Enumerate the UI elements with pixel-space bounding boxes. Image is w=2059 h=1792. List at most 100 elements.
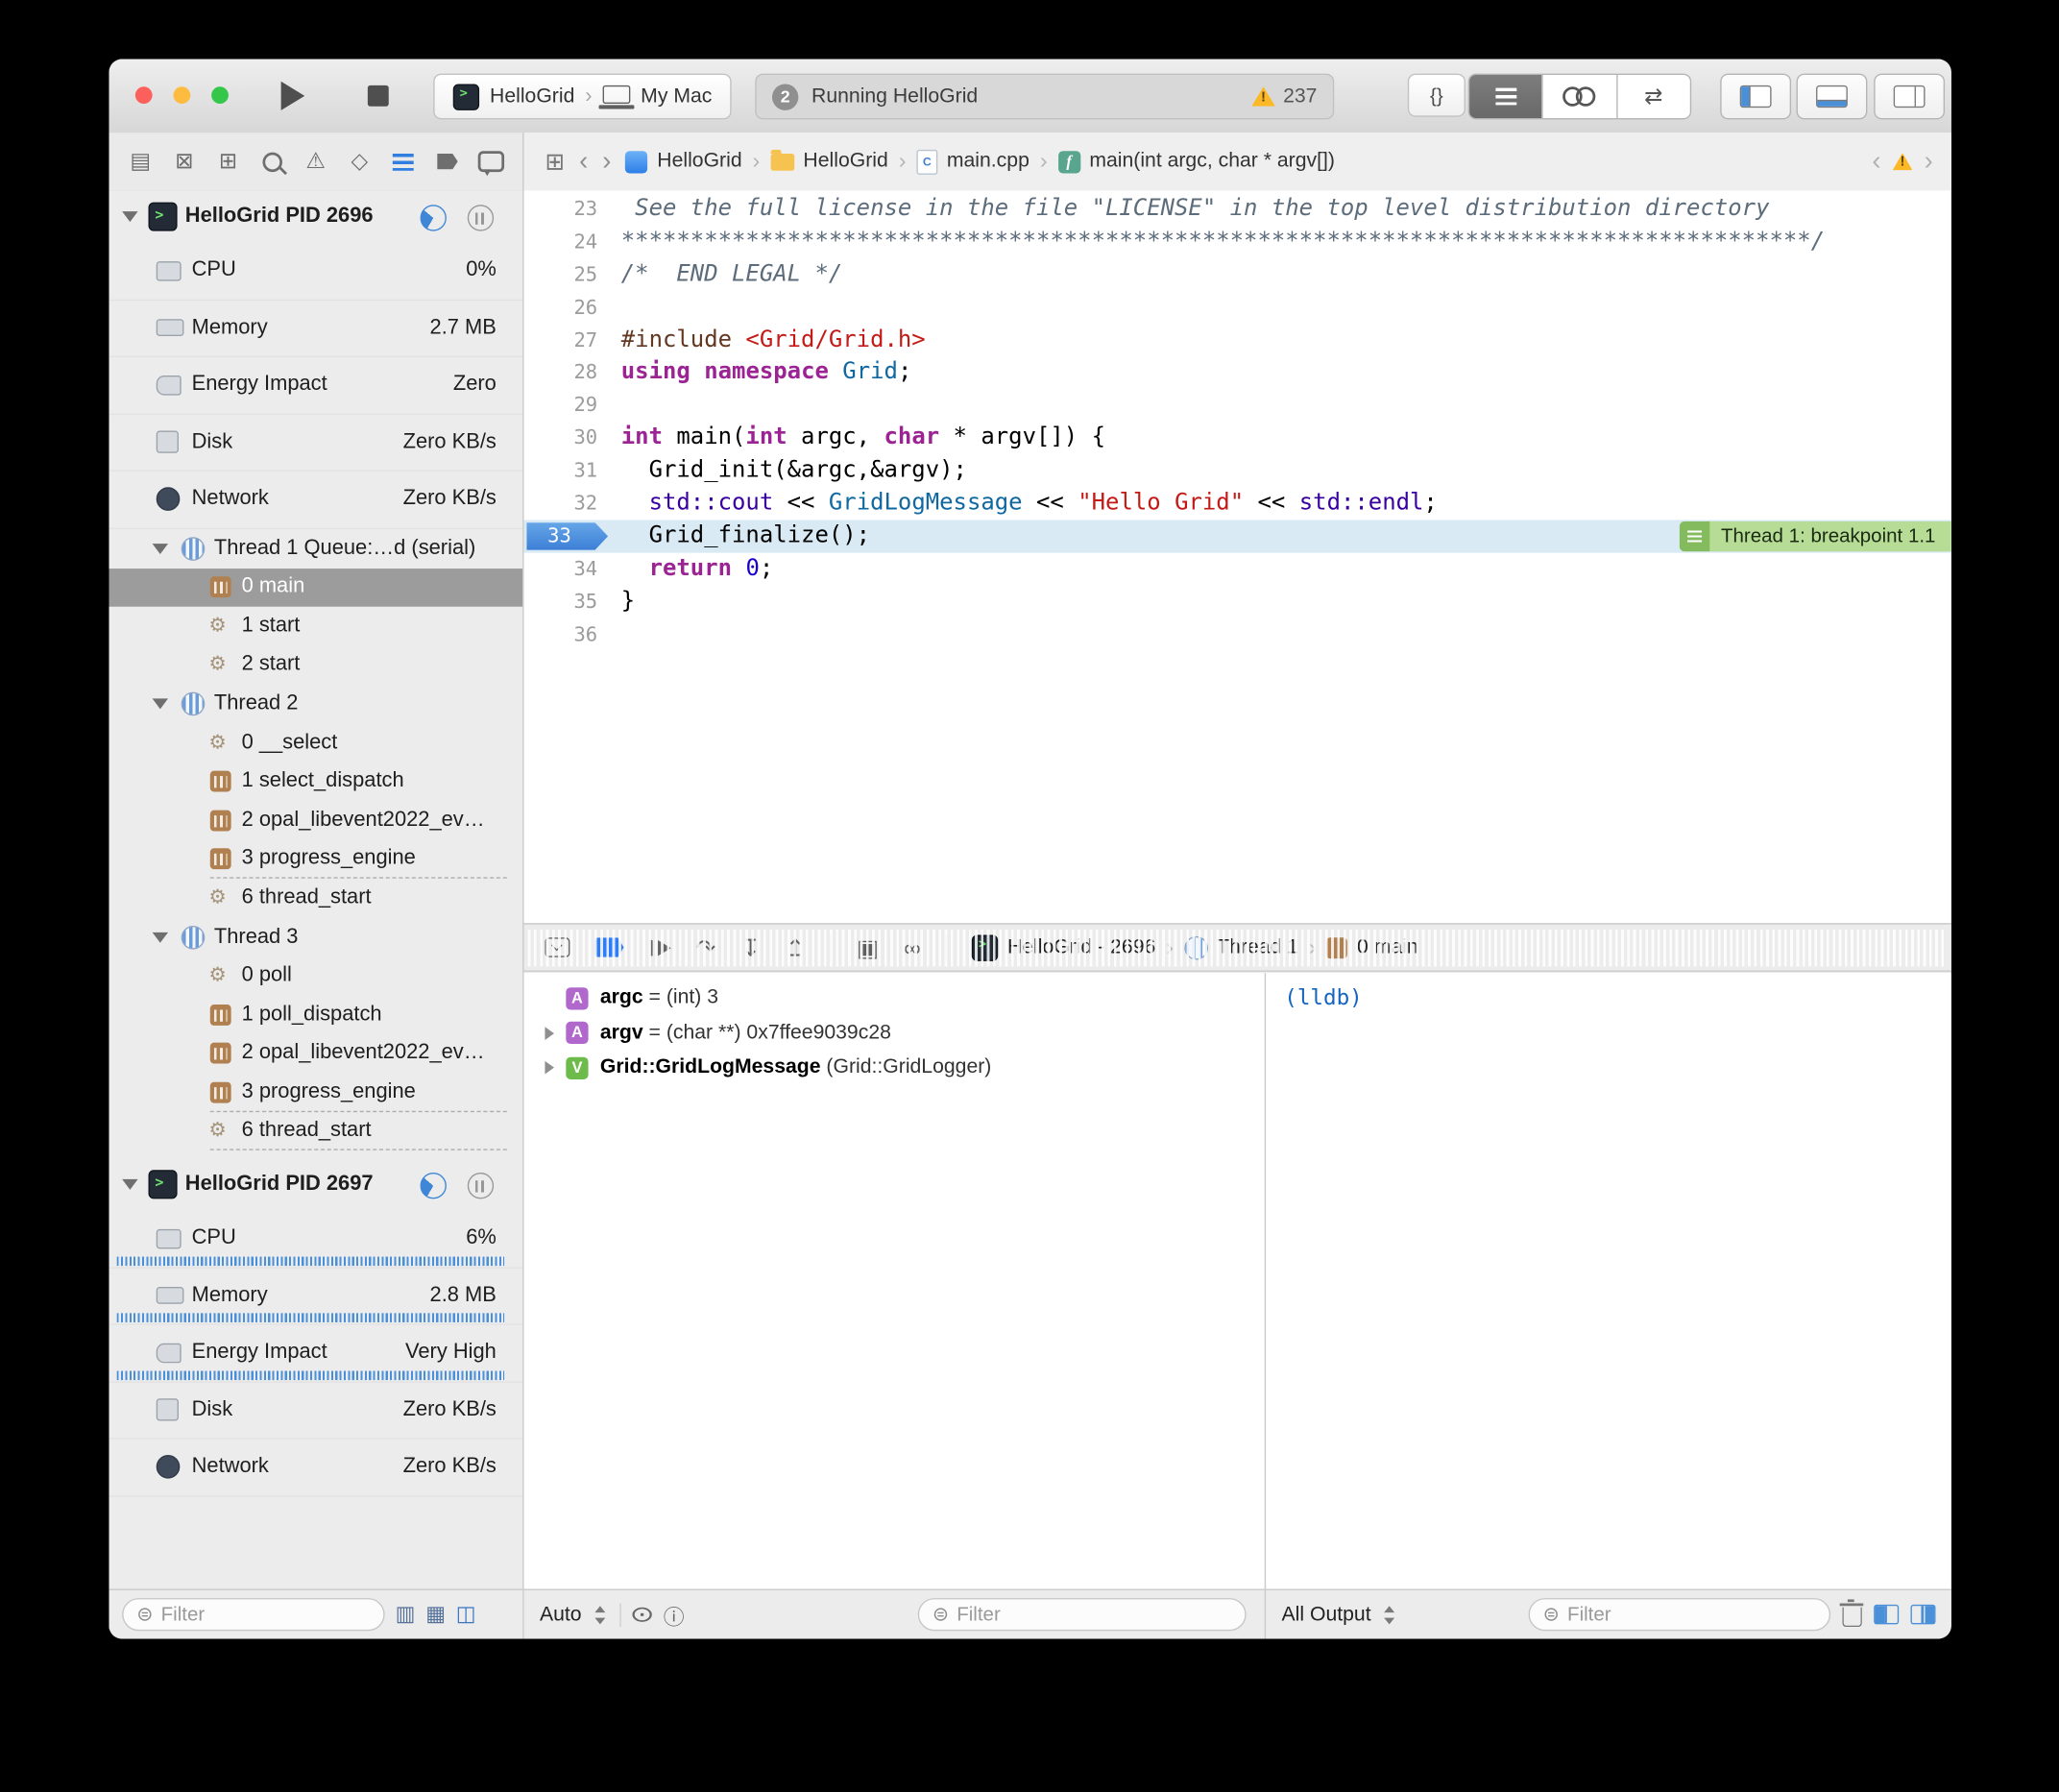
navigator-tab-source-control[interactable]: ⊠ <box>169 146 201 178</box>
disclosure-triangle-icon[interactable] <box>153 698 168 709</box>
clear-console-button[interactable] <box>1842 1608 1862 1628</box>
toggle-debug-area-button[interactable] <box>1797 74 1868 120</box>
line-number[interactable]: 36 <box>524 618 598 650</box>
console-filter-field[interactable]: ⊜ Filter <box>1529 1598 1830 1631</box>
line-number[interactable]: 24 <box>524 226 598 258</box>
navigator-tab-issue[interactable]: ⚠ <box>300 146 331 178</box>
stack-frame-row[interactable]: 1 poll_dispatch <box>109 995 522 1033</box>
variables-view[interactable]: Aargc = (int) 3Aargv = (char **) 0x7ffee… <box>524 973 1265 1588</box>
stack-frame-row[interactable]: 2 opal_libevent2022_ev… <box>109 801 522 839</box>
next-issue-button[interactable]: › <box>1925 146 1933 176</box>
thread-row[interactable]: Thread 3 <box>109 917 522 957</box>
stack-frame-row[interactable]: 3 progress_engine <box>109 839 522 878</box>
related-items-icon[interactable]: ⊞ <box>545 148 565 176</box>
stat-row-disk[interactable]: DiskZero KB/s <box>109 414 522 471</box>
disclosure-triangle-icon[interactable] <box>153 932 168 942</box>
minimize-window-button[interactable] <box>173 86 190 104</box>
standard-editor-button[interactable] <box>1469 75 1543 118</box>
stack-frame-row[interactable]: 1 select_dispatch <box>109 763 522 801</box>
navigator-tab-breakpoint[interactable] <box>431 146 463 178</box>
jumpbar-item[interactable]: Cmain.cpp <box>916 149 1029 174</box>
stat-row-memory[interactable]: Memory2.8 MB <box>109 1268 522 1324</box>
toggle-inspectors-button[interactable] <box>1874 74 1945 120</box>
disclosure-triangle-icon[interactable] <box>153 543 168 553</box>
disclosure-triangle-icon[interactable] <box>122 211 137 222</box>
jumpbar-item[interactable]: HelloGrid <box>770 150 888 174</box>
stack-frame-row[interactable]: ⚙1 start <box>109 607 522 645</box>
line-number[interactable]: 35 <box>524 585 598 618</box>
line-number[interactable]: 29 <box>524 389 598 422</box>
navigator-tab-debug[interactable] <box>388 146 420 178</box>
stack-frame-row[interactable]: ⚙6 thread_start <box>109 1111 522 1150</box>
filter-threads-icon[interactable]: ▦ <box>425 1604 446 1625</box>
variables-scope-popup[interactable] <box>593 1604 608 1625</box>
threads-gauge-icon[interactable] <box>468 1173 494 1199</box>
stack-frame-row[interactable]: ⚙0 poll <box>109 957 522 995</box>
source-editor[interactable]: 23 See the full license in the file "LIC… <box>524 190 1951 923</box>
breakpoint-annotation[interactable]: Thread 1: breakpoint 1.1 <box>1679 521 1951 551</box>
console-scope-popup[interactable] <box>1383 1604 1397 1625</box>
stack-frame-row[interactable]: ⚙6 thread_start <box>109 879 522 917</box>
navigator-filter-field[interactable]: ⊜ Filter <box>122 1598 384 1631</box>
line-number[interactable]: 27 <box>524 324 598 356</box>
stat-row-energy-impact[interactable]: Energy ImpactVery High <box>109 1325 522 1382</box>
console-view[interactable]: (lldb) <box>1265 973 1951 1588</box>
process-row[interactable]: HelloGrid PID 2696 <box>109 190 522 243</box>
disclosure-triangle-icon[interactable] <box>545 1061 554 1075</box>
stack-frame-row[interactable]: 2 opal_libevent2022_ev… <box>109 1034 522 1073</box>
line-number[interactable]: 31 <box>524 454 598 487</box>
thread-row[interactable]: Thread 1 Queue:…d (serial) <box>109 528 522 568</box>
thread-row[interactable]: Thread 2 <box>109 684 522 723</box>
stat-row-cpu[interactable]: CPU0% <box>109 243 522 300</box>
assistant-editor-button[interactable] <box>1543 75 1617 118</box>
navigator-tab-project[interactable]: ▤ <box>125 146 157 178</box>
navigator-tab-report[interactable] <box>475 146 507 178</box>
stop-button[interactable] <box>356 75 400 117</box>
stack-frame-row[interactable]: 3 progress_engine <box>109 1073 522 1111</box>
jumpbar-item[interactable]: fmain(int argc, char * argv[]) <box>1058 150 1335 174</box>
line-number[interactable]: 34 <box>524 552 598 585</box>
debug-breadcrumb-item[interactable]: 0 main <box>1327 935 1418 959</box>
show-variables-only-button[interactable] <box>1874 1605 1899 1625</box>
variables-filter-field[interactable]: ⊜ Filter <box>918 1598 1247 1631</box>
stat-row-energy-impact[interactable]: Energy ImpactZero <box>109 357 522 414</box>
variable-row[interactable]: Aargc = (int) 3 <box>524 981 1265 1015</box>
navigator-tab-test[interactable]: ◇ <box>344 146 375 178</box>
code-snippets-button[interactable]: {} <box>1408 74 1466 117</box>
warning-summary[interactable]: 237 <box>1251 85 1317 109</box>
quick-look-icon[interactable]: ⊙ <box>630 1601 655 1627</box>
back-button[interactable]: ‹ <box>579 149 588 175</box>
stack-frame-row[interactable]: ⚙2 start <box>109 645 522 684</box>
toggle-navigator-button[interactable] <box>1720 74 1791 120</box>
threads-gauge-icon[interactable] <box>468 205 494 230</box>
navigator-tab-symbol[interactable]: ⊞ <box>212 146 244 178</box>
line-number[interactable]: 32 <box>524 487 598 520</box>
jumpbar-item[interactable]: HelloGrid <box>625 150 741 174</box>
info-icon[interactable]: ⓘ <box>664 1599 685 1631</box>
line-number[interactable]: 23 <box>524 193 598 226</box>
stat-row-memory[interactable]: Memory2.7 MB <box>109 300 522 356</box>
forward-button[interactable]: › <box>602 149 611 175</box>
zoom-window-button[interactable] <box>211 86 229 104</box>
show-console-only-button[interactable] <box>1910 1605 1935 1625</box>
disclosure-triangle-icon[interactable] <box>122 1179 137 1190</box>
line-number[interactable]: 28 <box>524 356 598 389</box>
close-window-button[interactable] <box>135 86 153 104</box>
stack-frame-row[interactable]: ⚙0 __select <box>109 723 522 762</box>
stat-row-disk[interactable]: DiskZero KB/s <box>109 1382 522 1439</box>
stack-frame-row[interactable]: 0 main <box>109 568 522 606</box>
previous-issue-button[interactable]: ‹ <box>1872 146 1880 176</box>
variable-row[interactable]: VGrid::GridLogMessage (Grid::GridLogger) <box>524 1051 1265 1085</box>
breakpoint-badge[interactable]: 33 <box>526 522 608 550</box>
version-editor-button[interactable]: ⇄ <box>1617 75 1690 118</box>
process-row[interactable]: HelloGrid PID 2697 <box>109 1158 522 1211</box>
line-number[interactable]: 30 <box>524 422 598 454</box>
cpu-gauge-icon[interactable] <box>421 1173 447 1199</box>
stat-row-network[interactable]: NetworkZero KB/s <box>109 1440 522 1496</box>
navigator-tab-find[interactable] <box>256 146 288 178</box>
variable-row[interactable]: Aargv = (char **) 0x7ffee9039c28 <box>524 1016 1265 1051</box>
line-number[interactable]: 26 <box>524 291 598 324</box>
cpu-gauge-icon[interactable] <box>421 205 447 230</box>
filter-processes-icon[interactable]: ◫ <box>456 1604 476 1625</box>
disclosure-triangle-icon[interactable] <box>545 1027 554 1040</box>
